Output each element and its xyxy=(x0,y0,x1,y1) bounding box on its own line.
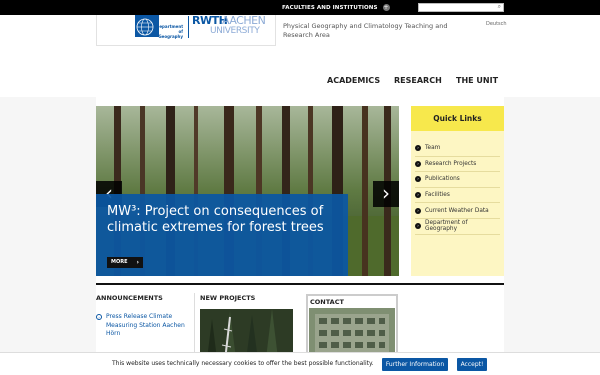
chevron-right-icon: › xyxy=(415,176,421,183)
site-title: Physical Geography and Climatology Teach… xyxy=(283,22,448,39)
new-projects-heading: NEW PROJECTS xyxy=(200,294,256,302)
announcement-item[interactable]: › Press Release Climate Measuring Statio… xyxy=(96,313,188,339)
accept-cookies-button[interactable]: Accept! xyxy=(457,358,487,371)
quick-link-label: Team xyxy=(425,145,441,152)
chevron-right-icon: › xyxy=(415,207,421,214)
logo-divider xyxy=(188,16,189,38)
faculties-label[interactable]: FACULTIES AND INSTITUTIONS xyxy=(282,5,378,11)
quick-link-team[interactable]: › Team xyxy=(415,141,500,157)
quick-link-publications[interactable]: › Publications xyxy=(415,172,500,188)
nav-research[interactable]: RESEARCH xyxy=(394,76,442,85)
logo-aachen: AACHEN xyxy=(222,14,266,27)
quick-links-heading: Quick Links xyxy=(411,106,504,131)
content-band: ‹ › MW³: Project on consequences of clim… xyxy=(0,97,600,375)
cookie-text: This website uses technically necessary … xyxy=(112,360,374,367)
nav-the-unit[interactable]: THE UNIT xyxy=(456,76,498,85)
search-input[interactable]: ⌕ xyxy=(418,3,504,12)
slider-next-button[interactable]: › xyxy=(373,181,399,207)
quick-link-label: Current Weather Data xyxy=(425,207,489,214)
chevron-right-icon: › xyxy=(382,181,390,205)
chevron-right-icon: › xyxy=(415,192,421,199)
quick-link-weather-data[interactable]: › Current Weather Data xyxy=(415,203,500,219)
chevron-right-icon: › xyxy=(96,314,102,320)
announcement-link[interactable]: Press Release Climate Measuring Station … xyxy=(106,313,188,339)
quick-link-label: Publications xyxy=(425,176,460,183)
section-divider xyxy=(96,283,504,285)
plus-icon[interactable]: + xyxy=(382,4,390,11)
more-button[interactable]: MORE › xyxy=(107,257,143,268)
search-icon[interactable]: ⌕ xyxy=(498,3,501,11)
hero-caption: MW³: Project on consequences of climatic… xyxy=(96,194,348,276)
main-content: ‹ › MW³: Project on consequences of clim… xyxy=(96,97,504,375)
logo[interactable]: Department of Geography RWTH AACHEN UNIV… xyxy=(96,15,276,46)
hero-title[interactable]: MW³: Project on consequences of climatic… xyxy=(107,204,347,236)
quick-link-department[interactable]: › Department of Geography xyxy=(415,219,500,235)
top-bar: FACULTIES AND INSTITUTIONS + ⌕ xyxy=(0,0,600,15)
quick-link-label: Facilities xyxy=(425,192,450,199)
chevron-right-icon: › xyxy=(136,259,139,266)
quick-link-label: Department of Geography xyxy=(425,220,468,233)
hero-slider[interactable]: ‹ › MW³: Project on consequences of clim… xyxy=(96,106,399,276)
further-information-button[interactable]: Further Information xyxy=(382,358,448,371)
contact-heading: CONTACT xyxy=(310,298,344,306)
quick-links: Quick Links › Team › Research Projects ›… xyxy=(411,106,504,276)
language-link[interactable]: Deutsch xyxy=(486,21,507,27)
chevron-right-icon: › xyxy=(415,223,421,230)
more-label: MORE xyxy=(111,259,128,265)
chevron-right-icon: › xyxy=(415,145,421,152)
cookie-banner: This website uses technically necessary … xyxy=(0,352,600,375)
quick-link-facilities[interactable]: › Facilities xyxy=(415,188,500,204)
logo-university: UNIVERSITY xyxy=(210,26,260,36)
quick-link-research-projects[interactable]: › Research Projects xyxy=(415,157,500,173)
announcements-heading: ANNOUNCEMENTS xyxy=(96,294,163,302)
nav-academics[interactable]: ACADEMICS xyxy=(327,76,380,85)
header: Department of Geography RWTH AACHEN UNIV… xyxy=(0,15,600,97)
quick-link-label: Research Projects xyxy=(425,160,477,167)
quick-links-list: › Team › Research Projects › Publication… xyxy=(415,141,500,235)
logo-department-text: Department of Geography xyxy=(156,24,184,39)
faculties-menu[interactable]: FACULTIES AND INSTITUTIONS + xyxy=(282,0,390,15)
chevron-right-icon: › xyxy=(415,160,421,167)
